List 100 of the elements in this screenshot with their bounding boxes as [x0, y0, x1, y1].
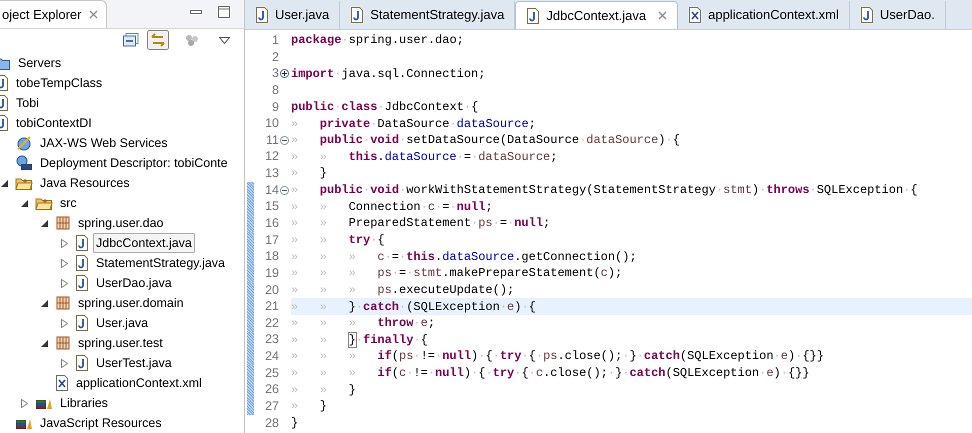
whitespace-marker: » — [320, 265, 328, 282]
whitespace-marker: · — [435, 349, 442, 364]
whitespace-marker: · — [780, 366, 788, 380]
link-with-editor-icon[interactable] — [147, 30, 169, 50]
line-number: 8 — [271, 82, 279, 99]
code-token: { — [420, 332, 428, 347]
whitespace-marker: » — [348, 348, 357, 364]
tree-item[interactable]: Tobi — [13, 93, 42, 113]
whitespace-marker: · — [636, 349, 644, 364]
code-token: = — [399, 266, 406, 280]
code-token: e — [420, 316, 428, 330]
collapse-fold-icon[interactable] — [280, 136, 288, 145]
whitespace-marker: » — [320, 215, 328, 232]
code-token: { — [377, 233, 385, 247]
collapsed-arrow-icon[interactable] — [60, 318, 68, 328]
maximize-icon[interactable] — [218, 6, 230, 18]
collapsed-arrow-icon[interactable] — [20, 398, 28, 408]
view-tab[interactable]: oject Explorer — [0, 0, 108, 28]
whitespace-marker: · — [435, 200, 442, 214]
code-token: throws — [766, 183, 810, 198]
code-token: .close(); — [543, 366, 608, 380]
whitespace-marker: · — [356, 300, 363, 314]
tree-item[interactable]: spring.user.test — [75, 333, 166, 353]
tree-item[interactable]: applicationContext.xml — [73, 373, 205, 393]
code-token: {}} — [788, 366, 810, 380]
tree-item[interactable]: StatementStrategy.java — [93, 253, 228, 273]
collapsed-arrow-icon[interactable] — [60, 358, 68, 368]
collapsed-arrow-icon[interactable] — [60, 258, 68, 268]
code-token: { — [528, 349, 536, 364]
expanded-arrow-icon[interactable] — [20, 200, 28, 206]
whitespace-marker: » — [348, 282, 357, 298]
expanded-arrow-icon[interactable] — [40, 300, 48, 306]
code-token: . — [377, 150, 385, 164]
code-token: dataSource — [384, 150, 457, 164]
whitespace-marker: » — [291, 148, 300, 165]
code-token: public — [320, 183, 364, 198]
tree-item[interactable]: tobiContextDI — [13, 113, 95, 133]
code-token: this — [406, 250, 436, 264]
tree-item[interactable]: JavaScript Resources — [37, 413, 165, 433]
tree-item[interactable]: User.java — [93, 313, 152, 333]
collapse-all-icon[interactable] — [123, 33, 139, 47]
collapsed-arrow-icon[interactable] — [60, 278, 68, 288]
code-token: catch — [363, 300, 400, 314]
collapsed-arrow-icon[interactable] — [60, 238, 68, 248]
code-token: ) — [752, 183, 760, 198]
code-token: null — [456, 200, 486, 214]
code-token: { — [672, 133, 680, 148]
editor-tab[interactable]: UserDao. — [850, 1, 946, 29]
whitespace-marker: · — [514, 366, 522, 380]
code-token: e — [780, 349, 788, 364]
close-icon[interactable] — [89, 10, 98, 19]
tree-item[interactable]: tobeTempClass — [13, 73, 106, 93]
whitespace-marker: · — [334, 66, 342, 81]
tree-item[interactable]: Libraries — [57, 393, 111, 413]
code-token: PreparedStatement — [348, 216, 472, 230]
code-token: public — [320, 133, 364, 148]
code-token: ps — [543, 349, 558, 364]
code-token: = — [442, 200, 450, 214]
editor-tab[interactable]: applicationContext.xml — [678, 1, 850, 29]
whitespace-marker: · — [370, 233, 378, 247]
code-token: catch — [644, 349, 680, 364]
line-number: 3 — [271, 65, 279, 82]
editor-tab[interactable]: User.java — [245, 1, 340, 29]
tree-item[interactable]: spring.user.dao — [75, 213, 166, 233]
whitespace-marker: · — [413, 316, 421, 330]
expanded-arrow-icon[interactable] — [40, 220, 48, 226]
tree-item[interactable]: src — [57, 193, 80, 213]
line-number: 1 — [271, 32, 279, 49]
view-menu-icon[interactable] — [219, 36, 230, 44]
code-token: != — [420, 349, 436, 364]
minimize-icon[interactable] — [190, 10, 202, 14]
code-token: e — [766, 366, 774, 380]
tree-item[interactable]: JdbcContext.java — [93, 233, 195, 253]
close-icon[interactable] — [658, 11, 668, 20]
whitespace-marker: » — [320, 298, 328, 315]
expanded-arrow-icon[interactable] — [40, 340, 48, 346]
code-token: ); — [608, 266, 622, 280]
whitespace-marker: · — [521, 300, 529, 314]
whitespace-marker: · — [449, 200, 457, 214]
code-token: c — [377, 250, 385, 264]
code-token: java.sql.Connection; — [341, 66, 486, 81]
java-file-icon — [860, 7, 874, 23]
tree-item[interactable]: Servers — [15, 53, 64, 73]
code-token: ps — [377, 266, 392, 280]
whitespace-marker: · — [471, 366, 478, 380]
whitespace-marker: » — [320, 282, 328, 298]
tree-item[interactable]: Deployment Descriptor: tobiConte — [37, 153, 231, 173]
tree-item[interactable]: Java Resources — [37, 173, 133, 193]
editor-tab[interactable]: JdbcContext.java — [515, 1, 678, 29]
whitespace-marker: · — [478, 349, 486, 364]
code-token: { — [471, 100, 478, 114]
line-number: 23 — [264, 331, 279, 348]
expanded-arrow-icon[interactable] — [0, 180, 8, 186]
collapse-fold-icon[interactable] — [280, 186, 288, 195]
tree-item[interactable]: UserTest.java — [93, 353, 175, 373]
tree-item[interactable]: spring.user.domain — [75, 293, 187, 313]
tree-item[interactable]: JAX-WS Web Services — [37, 133, 171, 153]
editor-tab[interactable]: StatementStrategy.java — [340, 1, 516, 29]
tree-item[interactable]: UserDao.java — [93, 273, 175, 293]
expand-fold-icon[interactable] — [280, 69, 288, 78]
